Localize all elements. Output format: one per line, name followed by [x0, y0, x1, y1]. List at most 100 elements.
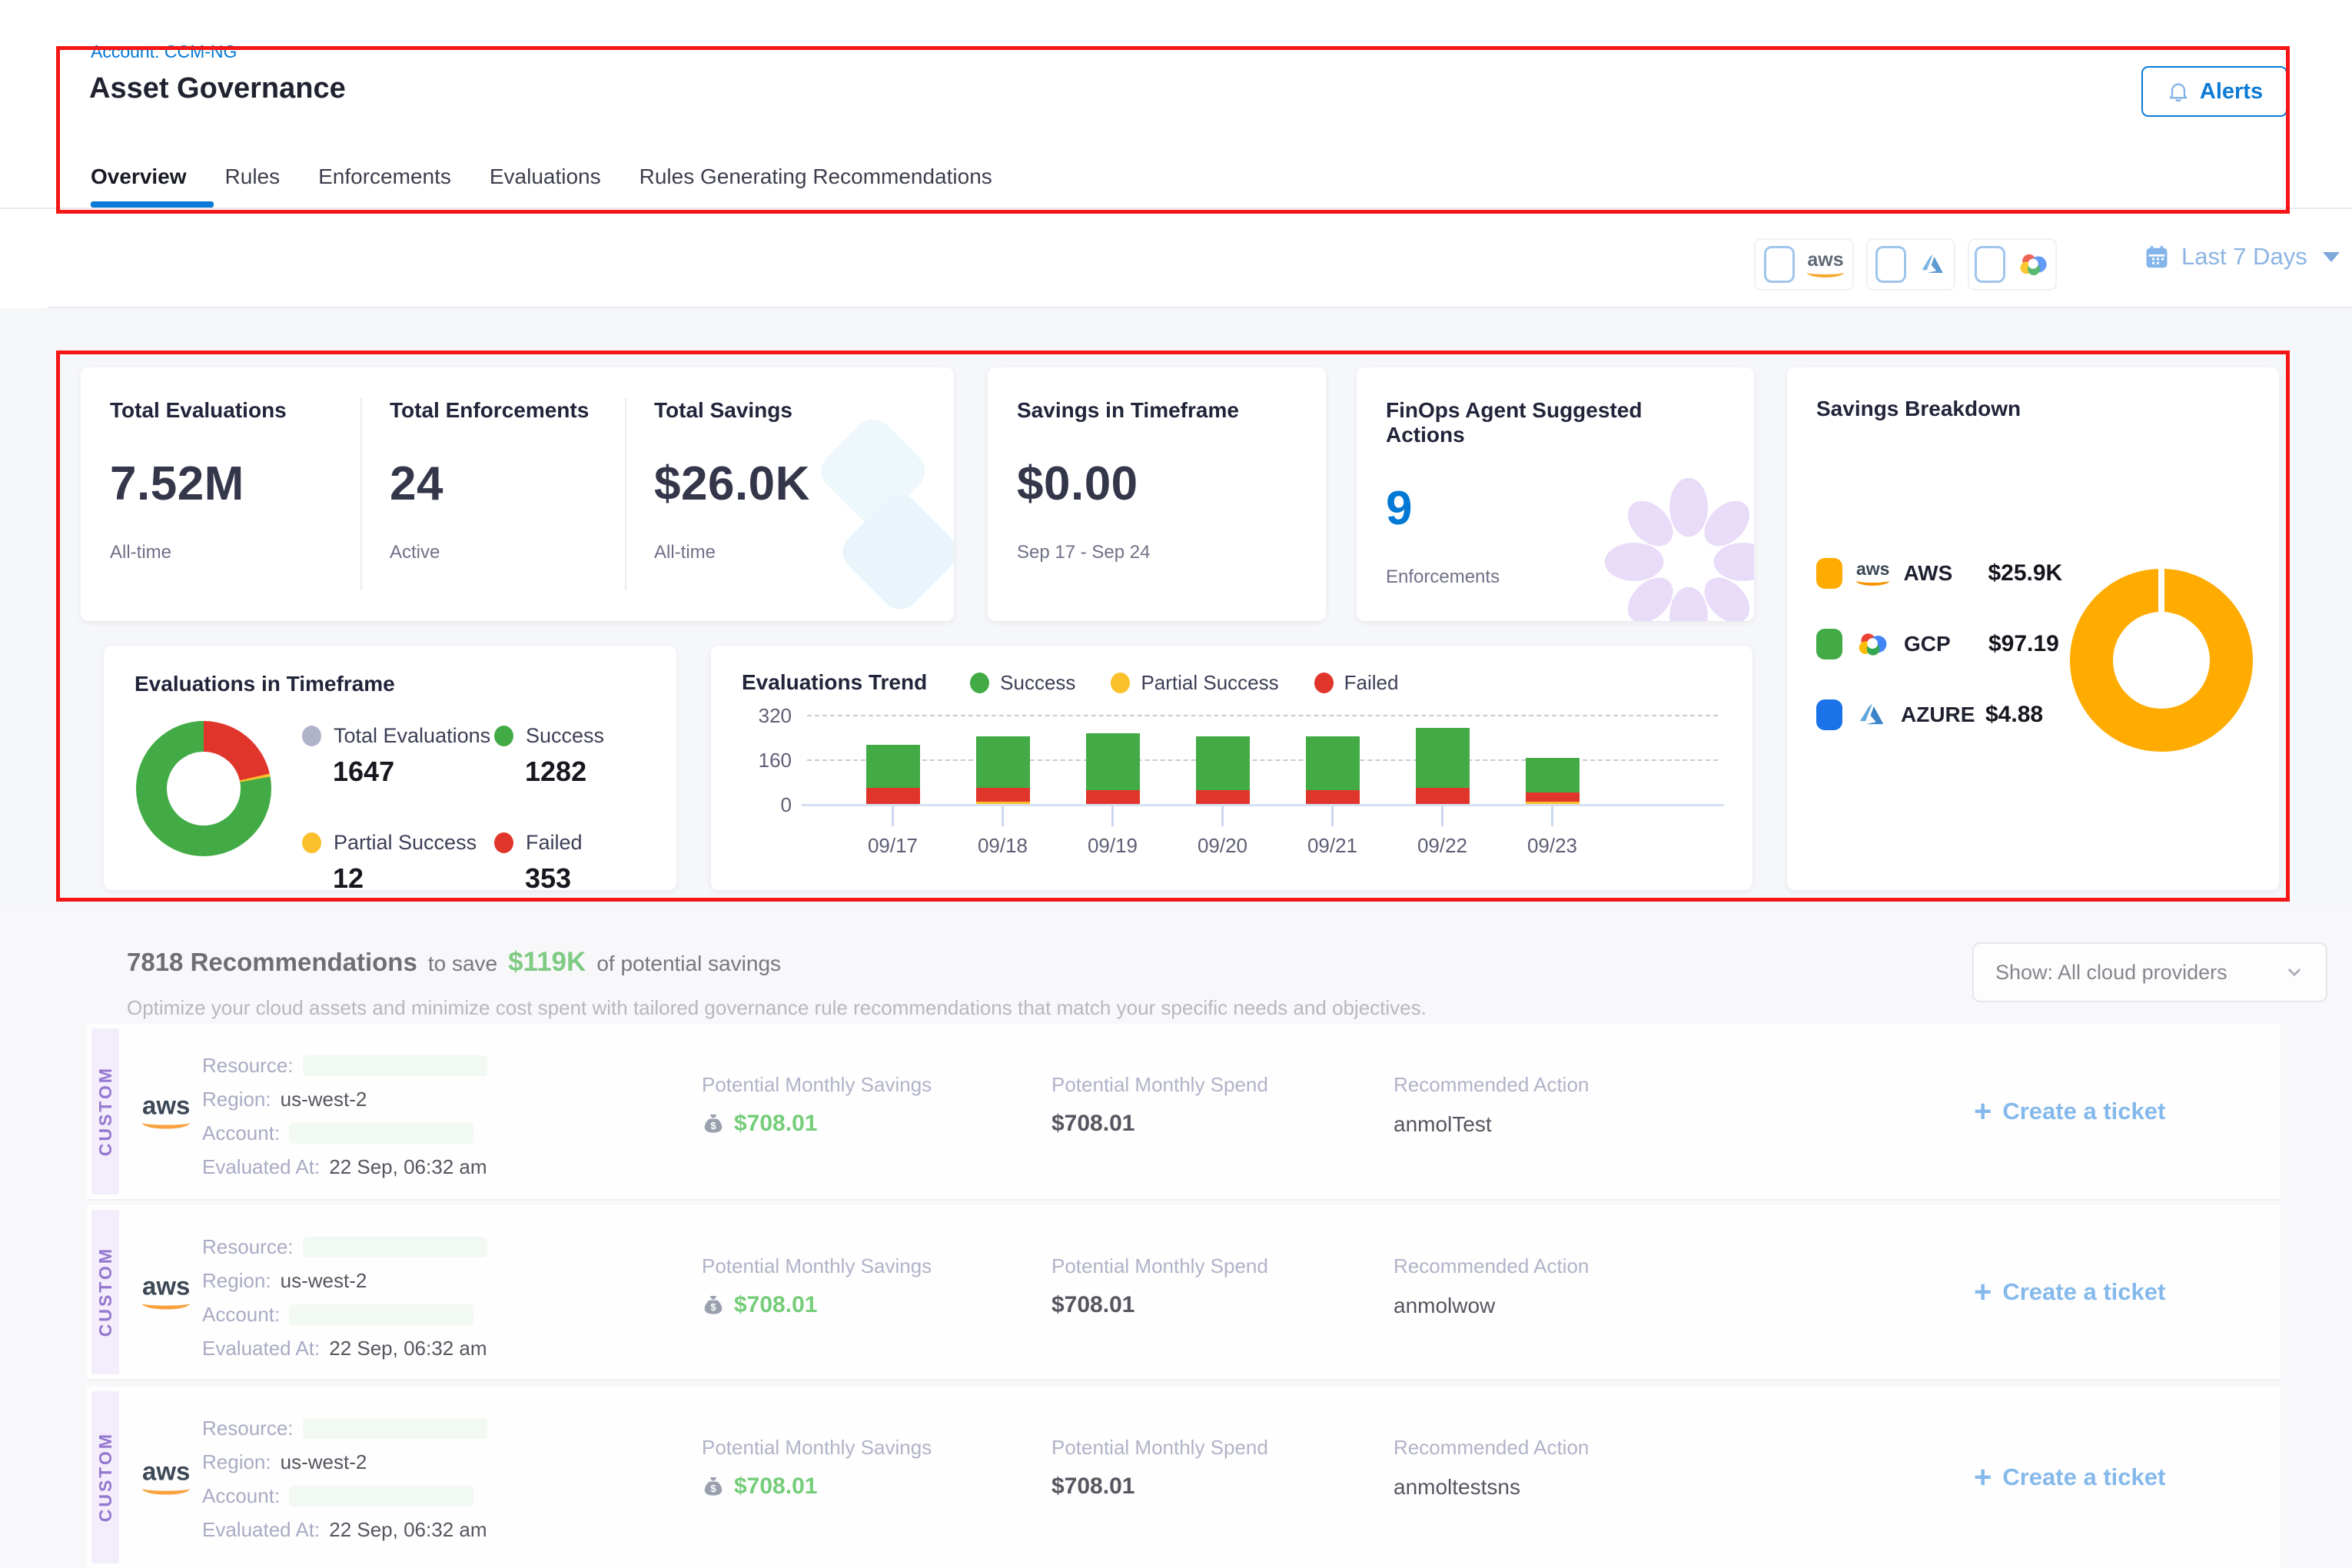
- filter-chip-gcp[interactable]: [1968, 238, 2057, 291]
- resource-placeholder: [303, 1237, 487, 1257]
- resource-info: Resource: Region:us-west-2 Account: Eval…: [202, 1048, 487, 1184]
- create-ticket-button[interactable]: + Create a ticket: [1974, 1277, 2165, 1307]
- aws-checkbox[interactable]: [1764, 246, 1795, 283]
- provider-name: AWS: [1903, 561, 1974, 586]
- tab-rules[interactable]: Rules: [225, 164, 281, 189]
- asset-governance-page: Account: CCM-NG Asset Governance Alerts …: [0, 0, 2352, 1568]
- chevron-down-icon: [2284, 962, 2304, 982]
- trend-bar-09/19: [1058, 715, 1168, 804]
- recommendation-row[interactable]: CUSTOM aws Resource: Region:us-west-2 Ac…: [87, 1205, 2281, 1380]
- trend-bar-09/20: [1168, 715, 1277, 804]
- provider-name: GCP: [1904, 632, 1975, 656]
- svg-text:$: $: [710, 1120, 716, 1131]
- legend-success: Success: [970, 671, 1075, 695]
- trend-bar-09/21: [1277, 715, 1387, 804]
- bar-segment-failed: [976, 788, 1030, 802]
- savings-watermark-icon: [785, 398, 954, 621]
- aws-logo-icon: aws: [1856, 561, 1889, 586]
- x-axis-tick: [1221, 806, 1224, 826]
- stat-divider: [360, 398, 362, 590]
- gcp-color-swatch: [1816, 629, 1842, 659]
- evaluations-in-timeframe-card: Evaluations in Timeframe Total Evaluatio…: [104, 646, 676, 890]
- stat-title: Total Enforcements: [390, 398, 597, 423]
- finops-agent-card: FinOps Agent Suggested Actions 9 Enforce…: [1357, 367, 1754, 621]
- evaluations-timeframe-title: Evaluations in Timeframe: [135, 672, 646, 696]
- date-range-picker[interactable]: Last 7 Days: [2143, 243, 2340, 271]
- page-title: Asset Governance: [89, 72, 346, 105]
- tab-evaluations[interactable]: Evaluations: [490, 164, 601, 189]
- recommendation-row[interactable]: CUSTOM aws Resource: Region:us-west-2 Ac…: [87, 1387, 2281, 1568]
- account-placeholder: [289, 1304, 473, 1325]
- failed-dot-icon: [1314, 673, 1334, 693]
- cloud-provider-filter-select[interactable]: Show: All cloud providers: [1972, 942, 2327, 1002]
- recommendations-header: 7818 Recommendations to save $119K of po…: [127, 947, 781, 978]
- legend-label: Partial Success: [334, 831, 477, 855]
- aws-logo-icon: aws: [1807, 251, 1843, 277]
- evaluations-timeframe-donut-chart: [136, 721, 271, 856]
- spend-value: $708.01: [1051, 1111, 1268, 1137]
- savings-value: $708.01: [734, 1111, 817, 1137]
- stat-title: Savings in Timeframe: [1017, 398, 1297, 423]
- potential-monthly-spend: Potential Monthly Spend $708.01: [1051, 1254, 1268, 1318]
- azure-checkbox[interactable]: [1875, 246, 1906, 283]
- create-ticket-button[interactable]: + Create a ticket: [1974, 1096, 2165, 1127]
- failed-dot-icon: [494, 832, 513, 853]
- recommendations-tail-text: of potential savings: [596, 952, 781, 976]
- date-range-label: Last 7 Days: [2181, 243, 2307, 271]
- tab-rules-generating-recommendations[interactable]: Rules Generating Recommendations: [639, 164, 992, 189]
- provider-savings-value: $97.19: [1988, 631, 2059, 657]
- x-axis-tick: [1002, 806, 1004, 826]
- plus-icon: +: [1974, 1277, 1992, 1307]
- legend-label: Failed: [526, 831, 583, 855]
- aws-logo-icon: aws: [142, 1460, 190, 1495]
- bar-segment-failed: [1306, 790, 1360, 804]
- savings-value: $708.01: [734, 1473, 817, 1500]
- azure-color-swatch: [1816, 699, 1842, 730]
- donut-hole: [167, 752, 241, 826]
- chevron-down-icon: [2323, 252, 2340, 262]
- donut-hole: [2113, 612, 2210, 709]
- recommended-action: Recommended Action anmolTest: [1394, 1073, 1589, 1137]
- evaluated-at-value: 22 Sep, 06:32 am: [329, 1518, 487, 1542]
- gcp-checkbox[interactable]: [1975, 246, 2005, 283]
- savings-in-timeframe-card: Savings in Timeframe $0.00 Sep 17 - Sep …: [988, 367, 1326, 621]
- custom-tag: CUSTOM: [91, 1210, 119, 1374]
- recommendation-row[interactable]: CUSTOM aws Resource: Region:us-west-2 Ac…: [87, 1024, 2281, 1201]
- create-ticket-button[interactable]: + Create a ticket: [1974, 1462, 2165, 1493]
- filter-chip-azure[interactable]: [1866, 238, 1955, 291]
- trend-bar-09/23: [1497, 715, 1607, 804]
- stat-caption: Active: [390, 542, 597, 563]
- legend-value: 12: [333, 862, 494, 890]
- x-axis-tick: [1331, 806, 1334, 826]
- potential-monthly-spend: Potential Monthly Spend $708.01: [1051, 1436, 1268, 1500]
- legend-item-azure: AZURE $4.88: [1816, 699, 2062, 730]
- stat-title: FinOps Agent Suggested Actions: [1386, 398, 1725, 447]
- stat-value: $0.00: [1017, 457, 1297, 511]
- recommended-action: Recommended Action anmoltestsns: [1394, 1436, 1589, 1500]
- y-axis-tick-160: 160: [738, 749, 792, 772]
- bar-segment-partial-success: [1526, 802, 1580, 804]
- stat-caption: All-time: [110, 542, 333, 563]
- account-placeholder: [289, 1123, 473, 1144]
- x-axis-tick: [892, 806, 894, 826]
- alerts-button[interactable]: Alerts: [2141, 66, 2287, 117]
- legend-item-gcp: GCP $97.19: [1816, 629, 2062, 659]
- active-tab-underline: [91, 201, 214, 208]
- y-axis-tick-0: 0: [738, 793, 792, 817]
- x-axis-tick: [1551, 806, 1553, 826]
- legend-label: Success: [1000, 671, 1075, 695]
- tab-enforcements[interactable]: Enforcements: [318, 164, 451, 189]
- x-axis-label-09/17: 09/17: [838, 806, 948, 858]
- breadcrumb-account-link[interactable]: Account: CCM-NG: [91, 42, 237, 62]
- region-label: Region:: [202, 1450, 271, 1474]
- partial-dot-icon: [302, 832, 321, 853]
- bar-segment-failed: [1086, 790, 1140, 804]
- tab-overview[interactable]: Overview: [91, 164, 187, 189]
- bar-segment-partial-success: [976, 802, 1030, 804]
- bar-segment-success: [1196, 736, 1250, 790]
- resource-info: Resource: Region:us-west-2 Account: Eval…: [202, 1230, 487, 1365]
- legend-failed: Failed: [1314, 671, 1399, 695]
- filter-chip-aws[interactable]: aws: [1754, 238, 1854, 291]
- x-axis-label-09/20: 09/20: [1168, 806, 1277, 858]
- stat-value: 24: [390, 457, 597, 511]
